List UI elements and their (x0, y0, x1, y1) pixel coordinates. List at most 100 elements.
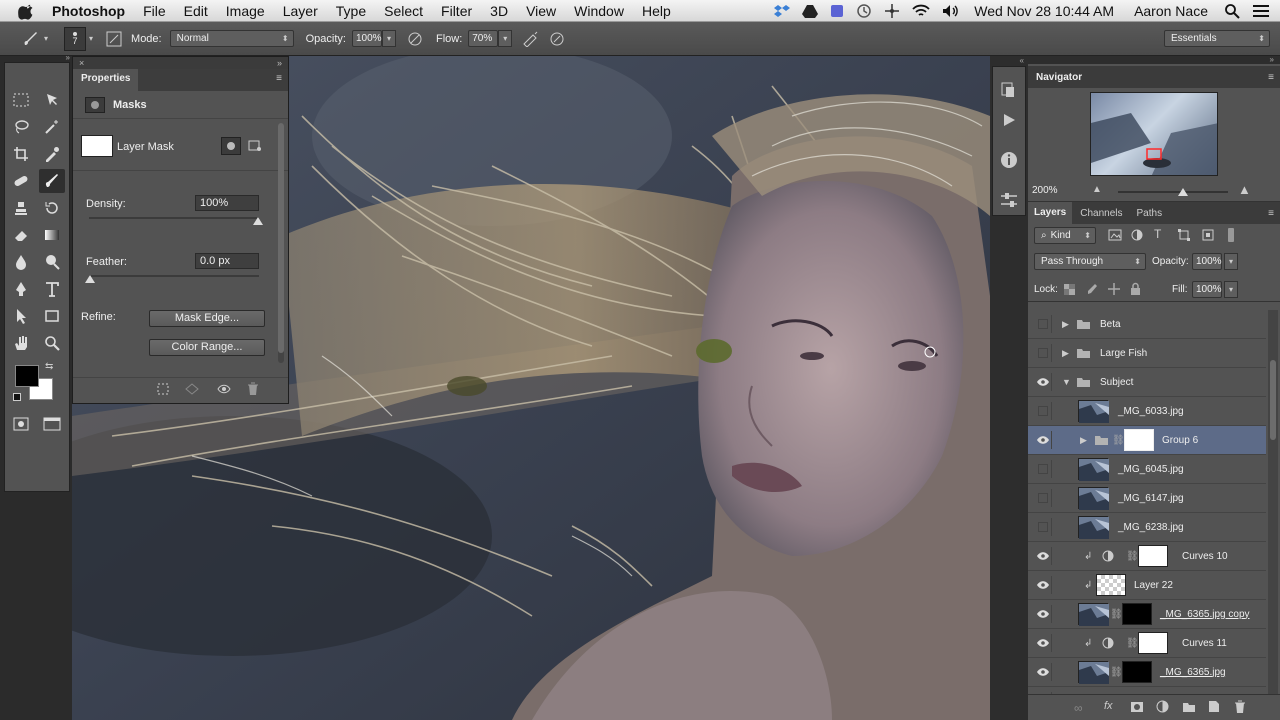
actions-panel-icon[interactable] (994, 106, 1024, 134)
layer-name[interactable]: _MG_6365.jpg copy (1160, 609, 1250, 620)
pressure-opacity-icon[interactable] (404, 28, 426, 50)
layer-row[interactable]: ▶ Large Fish (1028, 339, 1266, 368)
swap-colors-icon[interactable]: ⇆ (45, 361, 53, 372)
zoom-slider[interactable] (1118, 191, 1228, 193)
drive-icon[interactable] (802, 4, 819, 18)
feather-slider[interactable] (89, 275, 259, 277)
crop-tool-icon[interactable] (8, 142, 34, 166)
mask-thumbnail[interactable] (81, 135, 113, 157)
menu-edit[interactable]: Edit (175, 3, 217, 19)
density-field[interactable]: 100% (195, 195, 259, 211)
panel-menu-icon[interactable]: ≡ (1268, 208, 1274, 219)
layer-style-icon[interactable]: fx (1104, 700, 1113, 712)
visibility-eye-icon[interactable] (1034, 373, 1052, 391)
visibility-eye-icon[interactable] (1034, 634, 1052, 652)
app-status-icon[interactable] (830, 4, 844, 18)
new-layer-icon[interactable] (1208, 700, 1220, 716)
layer-row[interactable]: _MG_6147.jpg (1028, 484, 1266, 513)
layer-name[interactable]: _MG_6147.jpg (1118, 493, 1184, 504)
fill-field[interactable]: 100% (1192, 281, 1222, 298)
disable-mask-icon[interactable] (217, 383, 231, 398)
healing-brush-tool-icon[interactable] (8, 169, 34, 193)
hand-tool-icon[interactable] (8, 331, 34, 355)
link-layers-icon[interactable]: ∞ (1074, 701, 1083, 715)
lasso-tool-icon[interactable] (8, 115, 34, 139)
zoom-in-icon[interactable]: ▲ (1238, 182, 1251, 197)
foreground-color-swatch[interactable] (15, 365, 39, 387)
layer-name[interactable]: Layer 22 (1134, 580, 1173, 591)
expanded-triangle-icon[interactable]: ▼ (1062, 377, 1071, 387)
filter-toggle-icon[interactable] (1228, 228, 1234, 242)
layer-name[interactable]: _MG_6045.jpg (1118, 464, 1184, 475)
filter-kind-dropdown[interactable]: ⌕ Kind ⬍ (1034, 227, 1096, 244)
menu-help[interactable]: Help (633, 3, 680, 19)
filter-shape-icon[interactable] (1178, 229, 1190, 244)
layer-name[interactable]: Curves 11 (1182, 638, 1227, 649)
move-icon[interactable] (884, 3, 900, 19)
layer-row[interactable]: ↲ Layer 22 (1028, 571, 1266, 600)
layers-scrollbar[interactable] (1268, 310, 1278, 696)
layer-row[interactable]: ↲ ⛓ Curves 10 (1028, 542, 1266, 571)
notification-center-icon[interactable] (1252, 4, 1270, 18)
mask-edge-button[interactable]: Mask Edge... (149, 310, 265, 327)
menu-file[interactable]: File (134, 3, 175, 19)
opacity-field[interactable]: 100% (351, 30, 382, 47)
layer-row[interactable]: ▼ Subject (1028, 368, 1266, 397)
menu-view[interactable]: View (517, 3, 565, 19)
mask-link-icon[interactable]: ⛓ (1110, 667, 1123, 678)
layer-name[interactable]: Large Fish (1100, 348, 1147, 359)
panel-menu-icon[interactable]: ≡ (1268, 72, 1274, 83)
brush-preset-icon[interactable] (20, 28, 42, 50)
layer-row[interactable]: ⛓ _MG_6365.jpg (1028, 658, 1266, 687)
layer-mask-thumbnail[interactable] (1138, 632, 1168, 654)
fill-arrow[interactable]: ▾ (1224, 281, 1238, 298)
lock-all-icon[interactable] (1130, 282, 1141, 298)
dropbox-icon[interactable] (774, 4, 791, 18)
spotlight-icon[interactable] (1224, 3, 1240, 19)
path-selection-tool-icon[interactable] (8, 304, 34, 328)
density-slider[interactable] (89, 217, 259, 219)
layer-name[interactable]: _MG_6365.jpg (1160, 667, 1226, 678)
delete-mask-icon[interactable] (247, 382, 259, 399)
lock-position-icon[interactable] (1108, 283, 1120, 298)
pixel-mask-icon[interactable] (221, 137, 241, 155)
move-tool-icon[interactable] (39, 88, 65, 112)
filter-smart-object-icon[interactable] (1202, 229, 1214, 244)
tools-collapse-icon[interactable]: » (4, 54, 70, 62)
menu-filter[interactable]: Filter (432, 3, 481, 19)
visibility-off-icon[interactable] (1034, 489, 1052, 507)
flow-arrow[interactable]: ▾ (498, 30, 513, 47)
properties-scrollbar[interactable] (278, 123, 284, 363)
blur-tool-icon[interactable] (8, 250, 34, 274)
layer-name[interactable]: Curves 10 (1182, 551, 1228, 562)
mask-link-icon[interactable]: ⛓ (1112, 435, 1125, 446)
eraser-tool-icon[interactable] (8, 223, 34, 247)
transparent-layer-thumbnail[interactable] (1096, 574, 1126, 596)
layer-name[interactable]: _MG_6033.jpg (1118, 406, 1184, 417)
right-collapse-icon[interactable]: » (1028, 56, 1280, 64)
clone-stamp-tool-icon[interactable] (8, 196, 34, 220)
blend-mode-dropdown[interactable]: Pass Through ⬍ (1034, 253, 1146, 270)
layer-thumbnail[interactable] (1078, 487, 1109, 510)
layer-row[interactable]: _MG_6033.jpg (1028, 397, 1266, 426)
load-selection-icon[interactable] (157, 383, 169, 398)
brush-size-arrow[interactable]: ▾ (89, 34, 93, 43)
info-panel-icon[interactable] (994, 146, 1024, 174)
filter-adjustment-icon[interactable] (1131, 229, 1143, 244)
wifi-icon[interactable] (912, 4, 930, 18)
visibility-off-icon[interactable] (1034, 402, 1052, 420)
visibility-off-icon[interactable] (1034, 460, 1052, 478)
layer-opacity-arrow[interactable]: ▾ (1224, 253, 1238, 270)
eyedropper-tool-icon[interactable] (39, 142, 65, 166)
collapsed-triangle-icon[interactable]: ▶ (1062, 348, 1069, 359)
new-adjustment-icon[interactable] (1156, 700, 1169, 716)
visibility-off-icon[interactable] (1034, 518, 1052, 536)
volume-icon[interactable] (942, 4, 960, 18)
pen-tool-icon[interactable] (8, 277, 34, 301)
type-tool-icon[interactable] (39, 277, 65, 301)
layer-mask-thumbnail[interactable] (1124, 429, 1154, 451)
brush-preset-arrow[interactable]: ▾ (44, 34, 48, 43)
layer-name[interactable]: Group 6 (1162, 435, 1198, 446)
collapsed-triangle-icon[interactable]: ▶ (1062, 319, 1069, 330)
add-mask-icon[interactable] (1130, 701, 1144, 716)
